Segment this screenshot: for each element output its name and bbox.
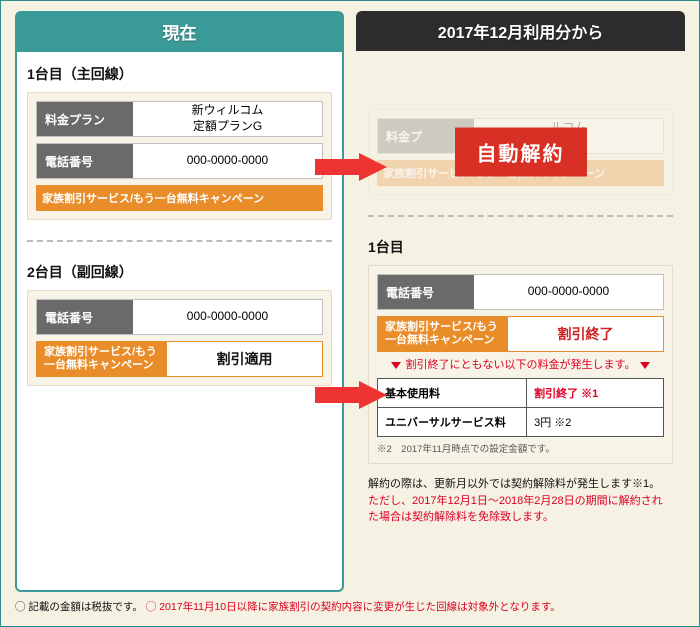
auto-cancel-stamp: 自動解約 <box>455 128 587 177</box>
phone-label-r: 電話番号 <box>378 275 474 309</box>
plan-label: 料金プラン <box>37 102 133 136</box>
phone-value-r: 000-0000-0000 <box>474 275 663 309</box>
comparison-diagram: 現在 1台目（主回線） 料金プラン 新ウィルコム 定額プランG 電話番号 000… <box>0 0 700 627</box>
explain-text: 解約の際は、更新月以外では契約解除料が発生します※1。 ただし、2017年12月… <box>368 476 673 526</box>
explain-red: ただし、2017年12月1日〜2018年2月28日の期間に解約された場合は契約解… <box>368 495 663 524</box>
campaign-value-r: 割引終了 <box>508 317 663 351</box>
device2-card: 電話番号 000-0000-0000 家族割引サービス/もう一台無料キャンペーン… <box>27 290 332 386</box>
campaign-bar: 家族割引サービス/もう一台無料キャンペーン <box>36 185 323 211</box>
red-note: 割引終了にともない以下の料金が発生します。 <box>377 358 664 372</box>
device2-title: 2台目（副回線） <box>27 262 332 282</box>
phone-value: 000-0000-0000 <box>133 144 322 178</box>
fee-table: 基本使用料 割引終了 ※1 ユニバーサルサービス料 3円 ※2 <box>377 378 664 437</box>
plan-value: 新ウィルコム 定額プランG <box>133 102 322 136</box>
right-device1-title: 1台目 <box>368 237 673 257</box>
fee-value: 割引終了 ※1 <box>526 379 663 407</box>
right-device1-card: 電話番号 000-0000-0000 家族割引サービス/もう一台無料キャンペーン… <box>368 265 673 464</box>
auto-cancel-group: 料金プ ルコム ランG 家族割引サービス/もう一台無料キャンペーン 自動解約 <box>368 109 673 195</box>
fee-label: 基本使用料 <box>378 379 526 407</box>
explain-black: 解約の際は、更新月以外では契約解除料が発生します※1。 <box>368 478 660 490</box>
arrow-icon <box>315 381 387 409</box>
campaign-value-2: 割引適用 <box>167 342 322 376</box>
device1-card: 料金プラン 新ウィルコム 定額プランG 電話番号 000-0000-0000 家… <box>27 92 332 220</box>
phone-label: 電話番号 <box>37 144 133 178</box>
fee-footnote: ※2 2017年11月時点での設定金額です。 <box>377 441 664 455</box>
footnote-red: ◯ 2017年11月10日以降に家族割引の契約内容に変更が生じた回線は対象外とな… <box>146 601 561 613</box>
divider-right <box>368 215 673 217</box>
phone-value-2: 000-0000-0000 <box>133 300 322 334</box>
current-column: 現在 1台目（主回線） 料金プラン 新ウィルコム 定額プランG 電話番号 000… <box>15 11 344 592</box>
campaign-label-r: 家族割引サービス/もう一台無料キャンペーン <box>378 317 508 351</box>
current-header: 現在 <box>15 11 344 52</box>
arrow-icon <box>315 153 387 181</box>
fee-value: 3円 ※2 <box>526 408 663 436</box>
divider <box>27 240 332 242</box>
campaign-label-2: 家族割引サービス/もう一台無料キャンペーン <box>37 342 167 376</box>
after-column: 2017年12月利用分から 料金プ ルコム ランG 家族割引サービス/もう一台無… <box>356 11 685 592</box>
phone-label-2: 電話番号 <box>37 300 133 334</box>
fee-row: 基本使用料 割引終了 ※1 <box>378 379 663 408</box>
after-header: 2017年12月利用分から <box>356 11 685 51</box>
device1-title: 1台目（主回線） <box>27 64 332 84</box>
fee-row: ユニバーサルサービス料 3円 ※2 <box>378 408 663 436</box>
footnote-black: ◯ 記載の金額は税抜です。 <box>15 601 143 613</box>
page-footnote: ◯ 記載の金額は税抜です。 ◯ 2017年11月10日以降に家族割引の契約内容に… <box>15 600 685 616</box>
fee-label: ユニバーサルサービス料 <box>378 408 526 436</box>
